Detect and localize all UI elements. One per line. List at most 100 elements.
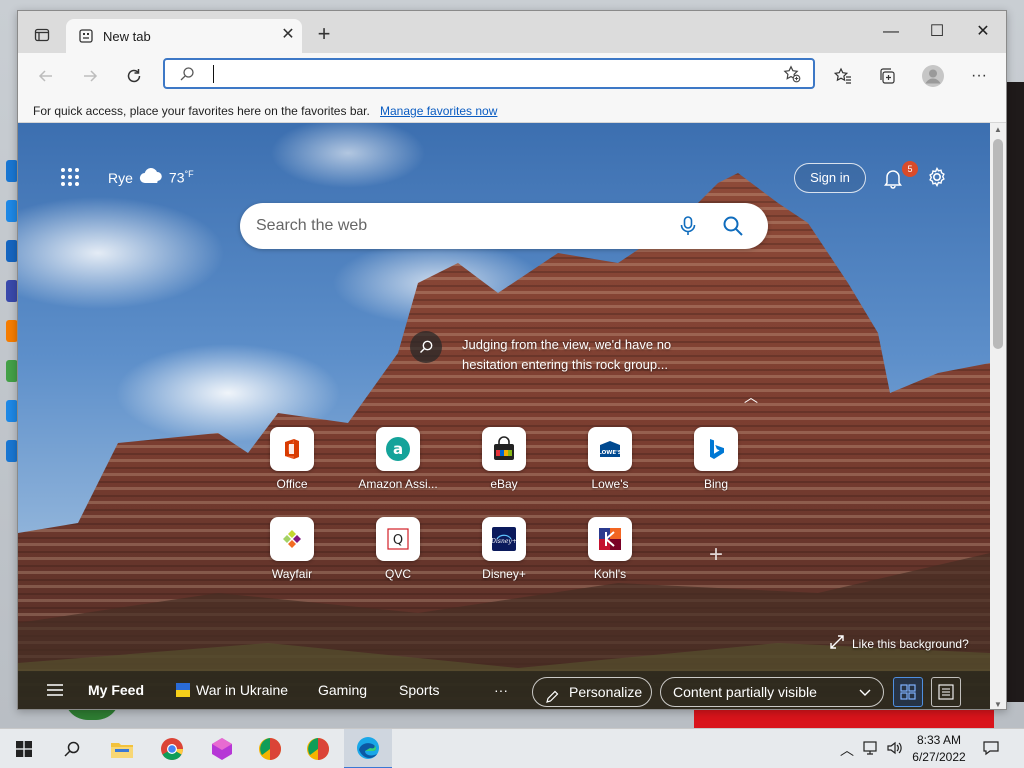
collapse-chevron-up-icon[interactable]: ︿ bbox=[744, 387, 758, 407]
grid-layout-icon[interactable] bbox=[893, 677, 923, 707]
maximize-icon[interactable]: ☐ bbox=[914, 19, 960, 45]
quick-link-disney-plus[interactable]: Disney+ Disney+ bbox=[460, 517, 548, 581]
close-window-icon[interactable]: ✕ bbox=[960, 19, 1006, 45]
notification-center-icon[interactable] bbox=[982, 739, 1000, 760]
feed-tab-label: War in Ukraine bbox=[196, 682, 289, 698]
pencil-icon bbox=[545, 685, 559, 709]
app-icon[interactable] bbox=[198, 729, 246, 768]
microphone-icon[interactable] bbox=[678, 215, 698, 240]
quick-link-label: QVC bbox=[384, 567, 411, 581]
add-quick-link-icon[interactable]: + bbox=[704, 543, 728, 567]
quick-link-label: Lowe's bbox=[591, 477, 629, 491]
quick-link-label: Disney+ bbox=[482, 567, 526, 581]
taskbar-clock[interactable]: 8:33 AM 6/27/2022 bbox=[904, 732, 974, 766]
back-arrow-icon[interactable] bbox=[32, 62, 60, 90]
chrome-icon[interactable] bbox=[148, 729, 196, 768]
volume-icon[interactable] bbox=[886, 739, 904, 760]
amazon-assistant-icon: a bbox=[376, 427, 420, 471]
apps-launcher-icon[interactable] bbox=[60, 167, 80, 187]
new-tab-button[interactable]: + bbox=[312, 23, 336, 47]
scrollbar-thumb[interactable] bbox=[993, 139, 1003, 349]
favorites-icon[interactable] bbox=[829, 62, 857, 90]
minimize-icon[interactable]: — bbox=[868, 19, 914, 45]
bing-icon bbox=[694, 427, 738, 471]
ukraine-flag-icon bbox=[176, 683, 190, 697]
quick-link-label: eBay bbox=[490, 477, 518, 491]
content-visibility-dropdown[interactable]: Content partially visible bbox=[660, 677, 884, 707]
collections-icon[interactable] bbox=[873, 62, 901, 90]
browser-toolbar: ··· bbox=[18, 53, 1006, 99]
svg-text:Disney+: Disney+ bbox=[491, 538, 517, 545]
page-settings-gear-icon[interactable] bbox=[926, 166, 948, 191]
page-scrollbar[interactable]: ▲ ▼ bbox=[990, 123, 1006, 709]
feed-tab-my-feed[interactable]: My Feed bbox=[88, 682, 144, 698]
quick-link-label: Office bbox=[276, 477, 308, 491]
wayfair-icon bbox=[270, 517, 314, 561]
file-explorer-icon[interactable] bbox=[98, 729, 146, 768]
clock-time: 8:33 AM bbox=[916, 733, 962, 747]
web-search-box[interactable]: Search the web bbox=[240, 203, 768, 249]
tab-new-tab[interactable]: New tab ✕ bbox=[66, 19, 302, 53]
quick-link-office[interactable]: Office bbox=[248, 427, 336, 491]
add-favorite-icon[interactable] bbox=[783, 65, 801, 86]
search-icon[interactable] bbox=[722, 215, 744, 240]
quick-link-label: Kohl's bbox=[593, 567, 627, 581]
cloud-icon bbox=[139, 168, 163, 187]
more-options-icon[interactable]: ··· bbox=[965, 62, 993, 90]
forward-arrow-icon[interactable] bbox=[76, 62, 104, 90]
quick-link-ebay[interactable]: eBay bbox=[460, 427, 548, 491]
image-info-search-icon[interactable] bbox=[410, 331, 442, 363]
search-placeholder: Search the web bbox=[256, 217, 368, 234]
more-feed-tabs-icon[interactable]: ··· bbox=[494, 682, 508, 698]
notifications-bell-icon[interactable] bbox=[882, 167, 904, 192]
taskbar-search-icon[interactable] bbox=[48, 729, 96, 768]
quick-link-lowes[interactable]: LOWE'S Lowe's bbox=[566, 427, 654, 491]
tab-title: New tab bbox=[103, 29, 151, 44]
scroll-down-icon[interactable]: ▼ bbox=[994, 700, 1002, 709]
start-windows-icon[interactable] bbox=[0, 729, 48, 768]
desktop-side-icons bbox=[0, 150, 18, 690]
scroll-up-icon[interactable]: ▲ bbox=[994, 125, 1002, 134]
app-icon[interactable] bbox=[246, 729, 294, 768]
expand-arrows-icon bbox=[830, 635, 844, 652]
text-caret bbox=[213, 65, 214, 83]
quick-link-label: Amazon Assi... bbox=[358, 477, 438, 491]
like-background-link[interactable]: Like this background? bbox=[830, 635, 969, 652]
app-icon[interactable] bbox=[294, 729, 342, 768]
personalize-label: Personalize bbox=[569, 684, 643, 700]
svg-text:LOWE'S: LOWE'S bbox=[598, 450, 621, 456]
search-icon bbox=[179, 66, 195, 85]
close-tab-icon[interactable]: ✕ bbox=[278, 25, 298, 45]
personalize-button[interactable]: Personalize bbox=[532, 677, 652, 707]
feed-tab-war-in-ukraine[interactable]: War in Ukraine bbox=[176, 682, 288, 698]
weather-unit: °F bbox=[184, 169, 194, 180]
profile-avatar-icon[interactable] bbox=[919, 62, 947, 90]
refresh-icon[interactable] bbox=[120, 62, 148, 90]
manage-favorites-link[interactable]: Manage favorites now bbox=[380, 104, 497, 118]
ebay-icon bbox=[482, 427, 526, 471]
edge-icon[interactable] bbox=[344, 729, 392, 768]
weather-location: Rye bbox=[108, 169, 133, 186]
favorites-bar: For quick access, place your favorites h… bbox=[18, 99, 1006, 123]
show-hidden-icons-chevron-icon[interactable]: ︿ bbox=[840, 740, 854, 760]
address-bar[interactable] bbox=[163, 58, 815, 89]
favorites-bar-message: For quick access, place your favorites h… bbox=[33, 104, 370, 118]
quick-link-bing[interactable]: Bing bbox=[672, 427, 760, 491]
weather-widget[interactable]: Rye 73°F bbox=[108, 168, 194, 187]
feed-tab-sports[interactable]: Sports bbox=[399, 682, 439, 698]
sign-in-button[interactable]: Sign in bbox=[794, 163, 866, 193]
weather-temperature: 73 bbox=[168, 169, 185, 186]
hamburger-menu-icon[interactable] bbox=[46, 683, 64, 700]
tab-actions-icon[interactable] bbox=[28, 24, 56, 46]
background-image-caption[interactable]: Judging from the view, we'd have no hesi… bbox=[462, 335, 702, 375]
kohls-icon bbox=[588, 517, 632, 561]
quick-link-wayfair[interactable]: Wayfair bbox=[248, 517, 336, 581]
quick-link-amazon-assistant[interactable]: a Amazon Assi... bbox=[354, 427, 442, 491]
list-layout-icon[interactable] bbox=[931, 677, 961, 707]
feed-tab-gaming[interactable]: Gaming bbox=[318, 682, 367, 698]
network-icon[interactable] bbox=[862, 739, 880, 760]
quick-link-qvc[interactable]: Q QVC bbox=[354, 517, 442, 581]
quick-link-kohls[interactable]: Kohl's bbox=[566, 517, 654, 581]
quick-link-label: Bing bbox=[703, 477, 729, 491]
address-input[interactable] bbox=[209, 64, 769, 84]
